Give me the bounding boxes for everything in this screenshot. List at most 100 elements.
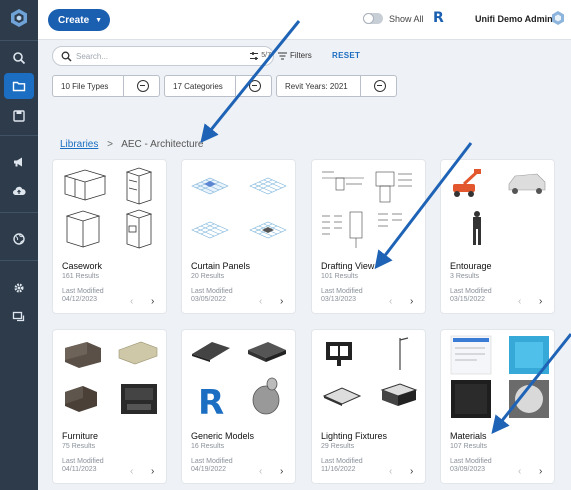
card-results: 101 Results: [321, 273, 358, 280]
library-card-generic-models[interactable]: R Generic Models 16 Results Last Modifie…: [181, 329, 296, 484]
chip-revit-years[interactable]: Revit Years: 2021: [276, 75, 397, 97]
card-date: 03/09/2023: [450, 466, 486, 473]
card-last-modified-label: Last Modified: [62, 288, 104, 295]
chip-categories[interactable]: 17 Categories: [164, 75, 272, 97]
show-all-toggle[interactable]: [363, 13, 383, 24]
sidebar-divider: [0, 212, 38, 213]
sidebar: [0, 0, 38, 490]
caret-down-icon: ▼: [95, 16, 103, 24]
breadcrumb-libraries-link[interactable]: Libraries: [60, 139, 98, 150]
card-title: Generic Models: [191, 431, 255, 441]
show-all-label: Show All: [389, 14, 424, 24]
search-scope-count: 5/7: [261, 52, 271, 59]
breadcrumb: Libraries > AEC - Architecture: [60, 139, 203, 150]
card-results: 29 Results: [321, 443, 355, 450]
sidebar-divider: [0, 135, 38, 136]
chevron-left-icon[interactable]: ‹: [130, 466, 133, 477]
card-results: 16 Results: [191, 443, 225, 450]
chip-label: Revit Years: 2021: [285, 82, 348, 91]
card-results: 3 Results: [450, 273, 480, 280]
entourage-thumbnail: [453, 169, 546, 245]
card-results: 161 Results: [62, 273, 99, 280]
sidebar-item-messages[interactable]: [4, 304, 34, 330]
create-button[interactable]: Create ▼: [48, 9, 110, 31]
chat-icon: [12, 311, 25, 322]
chevron-left-icon[interactable]: ‹: [259, 296, 262, 307]
search-icon: [13, 52, 26, 65]
card-date: 03/13/2023: [321, 296, 357, 303]
remove-circle-icon[interactable]: [249, 80, 261, 92]
remove-circle-icon[interactable]: [137, 80, 149, 92]
user-name[interactable]: Unifi Demo Admin: [475, 14, 553, 24]
sidebar-item-search[interactable]: [4, 45, 34, 71]
chevron-right-icon[interactable]: ›: [151, 296, 154, 307]
search-icon: [61, 51, 72, 62]
create-button-label: Create: [58, 14, 90, 26]
card-last-modified-label: Last Modified: [321, 458, 363, 465]
chevron-right-icon[interactable]: ›: [539, 466, 542, 477]
curtain-panels-thumbnail: [191, 177, 287, 239]
top-bar: Create ▼ Show All R Unifi Demo Admin: [38, 0, 571, 40]
card-title: Furniture: [62, 431, 99, 441]
remove-circle-icon[interactable]: [374, 80, 386, 92]
library-card-drafting-view[interactable]: Drafting View 101 Results Last Modified …: [311, 159, 426, 314]
card-last-modified-label: Last Modified: [450, 458, 492, 465]
chevron-left-icon[interactable]: ‹: [518, 466, 521, 477]
gear-icon: [14, 283, 24, 293]
filters-label: Filters: [290, 51, 312, 60]
chevron-left-icon[interactable]: ‹: [259, 466, 262, 477]
chevron-right-icon[interactable]: ›: [280, 296, 283, 307]
sidebar-item-global[interactable]: [4, 226, 34, 252]
chevron-right-icon[interactable]: ›: [151, 466, 154, 477]
card-title: Curtain Panels: [191, 261, 251, 271]
sidebar-item-saved[interactable]: [4, 103, 34, 129]
revit-logo-icon: R: [433, 10, 444, 26]
library-card-materials[interactable]: Materials 107 Results Last Modified 03/0…: [440, 329, 555, 484]
chevron-right-icon[interactable]: ›: [410, 296, 413, 307]
breadcrumb-separator: >: [107, 139, 113, 150]
chevron-left-icon[interactable]: ‹: [130, 296, 133, 307]
card-results: 75 Results: [62, 443, 96, 450]
chevron-left-icon[interactable]: ‹: [518, 296, 521, 307]
sidebar-item-settings[interactable]: [4, 275, 34, 301]
generic-models-thumbnail: R: [192, 342, 286, 420]
chip-divider: [360, 76, 361, 96]
chevron-right-icon[interactable]: ›: [539, 296, 542, 307]
library-card-lighting-fixtures[interactable]: Lighting Fixtures 29 Results Last Modifi…: [311, 329, 426, 484]
library-card-curtain-panels[interactable]: Curtain Panels 20 Results Last Modified …: [181, 159, 296, 314]
sidebar-item-upload[interactable]: [4, 178, 34, 204]
materials-thumbnail: [450, 335, 549, 418]
furniture-thumbnail: [65, 341, 158, 414]
card-title: Lighting Fixtures: [321, 431, 388, 441]
chip-file-types[interactable]: 10 File Types: [52, 75, 160, 97]
sidebar-divider: [0, 40, 38, 41]
lighting-fixtures-thumbnail: [322, 337, 418, 406]
chip-label: 10 File Types: [61, 82, 109, 91]
chevron-left-icon[interactable]: ‹: [389, 466, 392, 477]
card-last-modified-label: Last Modified: [450, 288, 492, 295]
chevron-right-icon[interactable]: ›: [410, 466, 413, 477]
filters-button[interactable]: Filters: [278, 51, 312, 60]
cloud-upload-icon: [13, 186, 26, 195]
library-card-casework[interactable]: Casework 161 Results Last Modified 04/12…: [52, 159, 167, 314]
card-last-modified-label: Last Modified: [321, 288, 363, 295]
library-card-entourage[interactable]: Entourage 3 Results Last Modified 03/15/…: [440, 159, 555, 314]
breadcrumb-current: AEC - Architecture: [121, 139, 204, 150]
card-title: Entourage: [450, 261, 492, 271]
reset-button[interactable]: RESET: [332, 51, 360, 60]
card-last-modified-label: Last Modified: [191, 458, 233, 465]
casework-thumbnail: [63, 167, 153, 249]
chip-divider: [123, 76, 124, 96]
sidebar-item-announcements[interactable]: [4, 149, 34, 175]
sidebar-item-libraries[interactable]: [4, 73, 34, 99]
adjustments-icon[interactable]: [249, 51, 259, 61]
library-card-furniture[interactable]: Furniture 75 Results Last Modified 04/11…: [52, 329, 167, 484]
chevron-right-icon[interactable]: ›: [280, 466, 283, 477]
app-logo-icon[interactable]: [9, 8, 29, 28]
search-input[interactable]: Search... 5/7: [52, 46, 274, 66]
user-avatar-icon[interactable]: [551, 10, 565, 26]
card-title: Casework: [62, 261, 103, 271]
card-date: 11/16/2022: [321, 466, 356, 473]
chevron-left-icon[interactable]: ‹: [389, 296, 392, 307]
megaphone-icon: [14, 157, 22, 167]
